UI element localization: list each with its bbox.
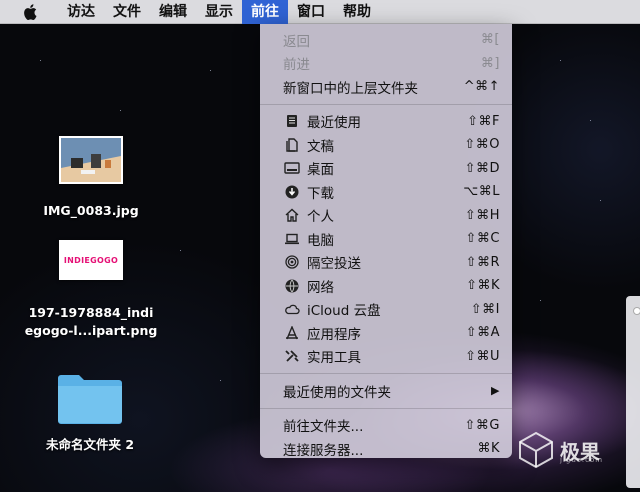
menu-item-icloud-drive[interactable]: iCloud 云盘 ⇧⌘I [260,298,512,322]
menu-item-shortcut: ^⌘↑ [463,79,500,95]
utilities-icon [283,347,301,365]
home-icon [283,206,301,224]
menu-item-shortcut: ⇧⌘K [466,278,500,294]
menu-item-utilities[interactable]: 实用工具 ⇧⌘U [260,345,512,369]
menu-item-shortcut: ⇧⌘C [465,231,500,247]
desktop-file-img-0083[interactable]: IMG_0083.jpg [36,136,146,220]
radio-dot-icon [634,308,640,314]
menu-item-shortcut: ⇧⌘H [464,207,500,223]
menu-item-shortcut: ⇧⌘I [470,301,500,317]
menu-item-shortcut: ⇧⌘F [467,113,500,129]
menu-item-shortcut: ⇧⌘D [464,160,500,176]
menu-item-label: 前进 [283,57,310,74]
submenu-arrow-icon: ▶ [491,384,500,398]
desktop-icon [283,159,301,177]
menu-item-label: 网络 [307,279,334,296]
menu-item-recents[interactable]: 最近使用 ⇧⌘F [260,110,512,134]
image-thumbnail-icon [59,136,123,184]
menu-item-label: 下载 [307,185,334,202]
menu-item-label: 桌面 [307,162,334,179]
menu-item-label: 电脑 [307,232,334,249]
menu-item-home[interactable]: 个人 ⇧⌘H [260,204,512,228]
menu-item-applications[interactable]: 应用程序 ⇧⌘A [260,321,512,345]
menu-item-label: 最近使用 [307,115,361,132]
menu-file[interactable]: 文件 [104,0,150,24]
airdrop-icon [283,253,301,271]
menu-go[interactable]: 前往 [242,0,288,24]
folder-icon [56,370,124,426]
desktop-file-label-line2: egogo-l...ipart.png [24,323,158,338]
menu-item-shortcut: ⇧⌘U [465,348,500,364]
recents-icon [283,112,301,130]
watermark-subtext: jiguo.com [560,456,604,464]
menu-finder[interactable]: 访达 [58,0,104,24]
menu-view[interactable]: 显示 [196,0,242,24]
menu-item-label: 实用工具 [307,350,361,367]
indiegogo-thumbnail-icon: INDIEGOGO [59,240,123,280]
menu-item-label: 新窗口中的上层文件夹 [283,80,418,97]
menu-item-label: 连接服务器... [283,442,364,459]
menu-item-downloads[interactable]: 下载 ⌥⌘L [260,180,512,204]
menu-item-label: 应用程序 [307,326,361,343]
menu-item-shortcut: ⇧⌘A [465,325,500,341]
menu-item-label: 文稿 [307,138,334,155]
menu-item-label: 返回 [283,33,310,50]
desktop-file-indiegogo-png[interactable]: INDIEGOGO 197-1978884_indi egogo-l...ipa… [24,240,158,340]
menu-item-computer[interactable]: 电脑 ⇧⌘C [260,227,512,251]
menu-item-label: 个人 [307,209,334,226]
menu-item-shortcut: ⌘] [480,55,500,71]
menu-item-shortcut: ⇧⌘O [464,137,500,153]
menu-item-label: 前往文件夹... [283,419,364,436]
menu-item-shortcut: ⌘[ [480,32,500,48]
menu-edit[interactable]: 编辑 [150,0,196,24]
menu-item-label: iCloud 云盘 [307,303,381,320]
documents-icon [283,136,301,154]
network-icon [283,277,301,295]
desktop-folder-untitled-2[interactable]: 未命名文件夹 2 [30,370,150,454]
menu-item-shortcut: ⇧⌘G [464,417,500,433]
menu-separator [260,407,512,409]
desktop-folder-label: 未命名文件夹 2 [45,437,135,452]
menu-item-shortcut: ⌥⌘L [463,184,500,200]
menu-separator [260,103,512,105]
applications-icon [283,324,301,342]
icloud-icon [283,300,301,318]
menu-item-forward[interactable]: 前进 ⌘] [260,52,512,76]
menu-separator [260,373,512,374]
indiegogo-logo-text: INDIEGOGO [63,255,119,265]
menu-item-label: 最近使用的文件夹 [283,384,391,401]
menu-item-go-to-folder[interactable]: 前往文件夹... ⇧⌘G [260,414,512,438]
watermark-cube-icon [519,431,553,469]
menu-item-network[interactable]: 网络 ⇧⌘K [260,274,512,298]
menu-item-label: 隔空投送 [307,256,361,273]
menu-item-enclosing-folder-new-window[interactable]: 新窗口中的上层文件夹 ^⌘↑ [260,75,512,99]
go-menu-dropdown: 返回 ⌘[ 前进 ⌘] 新窗口中的上层文件夹 ^⌘↑ 最近使用 ⇧⌘F 文稿 ⇧… [260,24,512,461]
desktop-file-label: IMG_0083.jpg [43,203,139,218]
menu-bar: 访达 文件 编辑 显示 前往 窗口 帮助 [0,0,640,24]
downloads-icon [283,183,301,201]
menu-item-airdrop[interactable]: 隔空投送 ⇧⌘R [260,251,512,275]
menu-item-shortcut: ⌘K [477,441,500,457]
computer-icon [283,230,301,248]
desktop-file-label-line1: 197-1978884_indi [28,305,154,320]
menu-item-shortcut: ⇧⌘R [465,254,500,270]
menu-item-back[interactable]: 返回 ⌘[ [260,28,512,52]
menu-window[interactable]: 窗口 [288,0,334,24]
menu-help[interactable]: 帮助 [334,0,380,24]
menu-item-recent-folders[interactable]: 最近使用的文件夹 ▶ [260,379,512,403]
watermark-logo: 极果 jiguo.com [516,430,604,470]
menu-item-desktop[interactable]: 桌面 ⇧⌘D [260,157,512,181]
menu-item-documents[interactable]: 文稿 ⇧⌘O [260,133,512,157]
menu-item-connect-to-server[interactable]: 连接服务器... ⌘K [260,437,512,461]
edge-panel [626,296,640,488]
apple-logo-icon[interactable] [22,2,40,22]
